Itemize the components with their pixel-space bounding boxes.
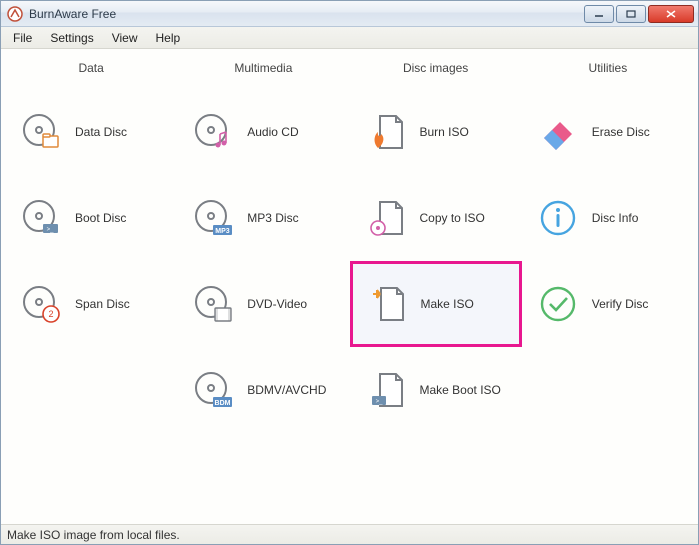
- action-label: Disc Info: [592, 211, 639, 225]
- svg-text:BDM: BDM: [215, 400, 231, 407]
- action-erase-disc[interactable]: Erase Disc: [522, 89, 694, 175]
- window-title: BurnAware Free: [29, 7, 582, 21]
- action-audio-cd[interactable]: Audio CD: [177, 89, 349, 175]
- main-content: Data Data Disc >_ Boot Disc 2 Span DiscM…: [1, 49, 698, 524]
- disc-folder-icon: [21, 112, 61, 152]
- svg-text:2: 2: [48, 309, 53, 319]
- action-verify-disc[interactable]: Verify Disc: [522, 261, 694, 347]
- action-span-disc[interactable]: 2 Span Disc: [5, 261, 177, 347]
- action-label: Audio CD: [247, 125, 298, 139]
- column-header: Utilities: [522, 57, 694, 89]
- menu-file[interactable]: File: [5, 29, 40, 47]
- page-star-icon: [367, 284, 407, 324]
- action-label: Burn ISO: [420, 125, 469, 139]
- column-utilities: Utilities Erase Disc Disc Info Verify Di…: [522, 57, 694, 522]
- action-dvd-video[interactable]: DVD-Video: [177, 261, 349, 347]
- menu-help[interactable]: Help: [148, 29, 189, 47]
- action-label: Boot Disc: [75, 211, 126, 225]
- action-burn-iso[interactable]: Burn ISO: [350, 89, 522, 175]
- menubar: File Settings View Help: [1, 27, 698, 49]
- disc-span-icon: 2: [21, 284, 61, 324]
- disc-mp3-icon: MP3: [193, 198, 233, 238]
- action-boot-disc[interactable]: >_ Boot Disc: [5, 175, 177, 261]
- column-disc-images: Disc images Burn ISO Copy to ISO Make IS…: [350, 57, 522, 522]
- titlebar: BurnAware Free: [1, 1, 698, 27]
- action-label: DVD-Video: [247, 297, 307, 311]
- statusbar: Make ISO image from local files.: [1, 524, 698, 544]
- action-label: Erase Disc: [592, 125, 650, 139]
- disc-video-icon: [193, 284, 233, 324]
- action-label: BDMV/AVCHD: [247, 383, 326, 397]
- maximize-button[interactable]: [616, 5, 646, 23]
- app-icon: [7, 6, 23, 22]
- page-copy-icon: [366, 198, 406, 238]
- action-data-disc[interactable]: Data Disc: [5, 89, 177, 175]
- svg-text:>_: >_: [47, 227, 55, 233]
- disc-bdm-icon: BDM: [193, 370, 233, 410]
- close-button[interactable]: [648, 5, 694, 23]
- eraser-icon: [538, 112, 578, 152]
- page-fire-icon: [366, 112, 406, 152]
- action-label: Copy to ISO: [420, 211, 485, 225]
- action-label: Span Disc: [75, 297, 130, 311]
- menu-view[interactable]: View: [104, 29, 146, 47]
- column-header: Data: [5, 57, 177, 89]
- svg-text:MP3: MP3: [216, 228, 231, 235]
- column-multimedia: Multimedia Audio CD MP3 MP3 Disc DVD-Vid…: [177, 57, 349, 522]
- column-data: Data Data Disc >_ Boot Disc 2 Span Disc: [5, 57, 177, 522]
- statusbar-text: Make ISO image from local files.: [7, 528, 180, 542]
- action-label: Verify Disc: [592, 297, 649, 311]
- action-label: Make Boot ISO: [420, 383, 501, 397]
- action-label: MP3 Disc: [247, 211, 298, 225]
- action-label: Data Disc: [75, 125, 127, 139]
- action-copy-to-iso[interactable]: Copy to ISO: [350, 175, 522, 261]
- action-mp3-disc[interactable]: MP3 MP3 Disc: [177, 175, 349, 261]
- check-icon: [538, 284, 578, 324]
- menu-settings[interactable]: Settings: [42, 29, 101, 47]
- action-make-boot-iso[interactable]: >_ Make Boot ISO: [350, 347, 522, 433]
- minimize-button[interactable]: [584, 5, 614, 23]
- action-bdmv-avchd[interactable]: BDM BDMV/AVCHD: [177, 347, 349, 433]
- svg-text:>_: >_: [375, 399, 383, 405]
- disc-music-icon: [193, 112, 233, 152]
- page-boot-icon: >_: [366, 370, 406, 410]
- window-buttons: [582, 5, 694, 23]
- column-header: Multimedia: [177, 57, 349, 89]
- action-disc-info[interactable]: Disc Info: [522, 175, 694, 261]
- action-label: Make ISO: [421, 297, 474, 311]
- column-header: Disc images: [350, 57, 522, 89]
- disc-boot-icon: >_: [21, 198, 61, 238]
- action-make-iso[interactable]: Make ISO: [350, 261, 522, 347]
- info-icon: [538, 198, 578, 238]
